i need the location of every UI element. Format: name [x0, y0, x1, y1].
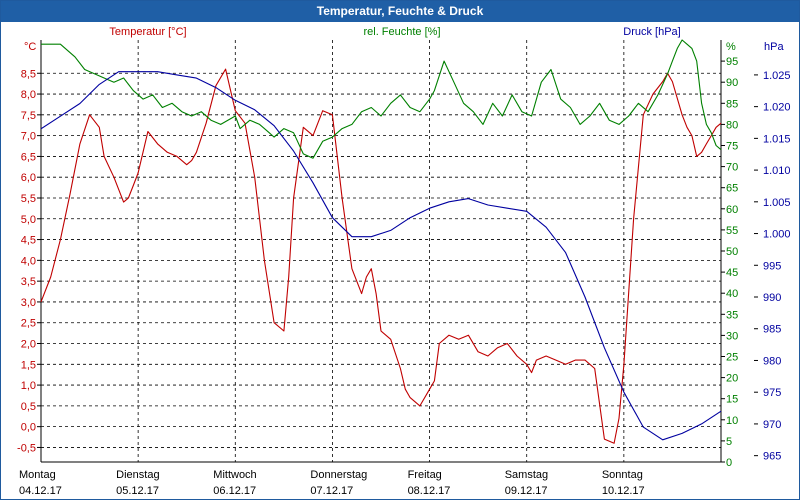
pressure-tick-label: 995: [763, 260, 781, 272]
pressure-unit-label: hPa: [764, 41, 784, 53]
humidity-tick-label: 0: [726, 457, 732, 469]
x-tick-date-label: 04.12.17: [19, 485, 62, 497]
pressure-tick-label: 1.015: [763, 133, 791, 145]
humidity-tick-label: 55: [726, 225, 738, 237]
x-tick-day-label: Dienstag: [116, 469, 159, 481]
humidity-tick-label: 60: [726, 204, 738, 216]
x-tick-day-label: Freitag: [408, 469, 442, 481]
series-line-humidity: [41, 39, 722, 159]
x-tick-date-label: 07.12.17: [310, 485, 353, 497]
x-tick-day-label: Sonntag: [602, 469, 643, 481]
humidity-tick-label: 40: [726, 288, 738, 300]
humidity-tick-label: 80: [726, 119, 738, 131]
temp-tick-label: 0,0: [21, 422, 36, 434]
pressure-axis-title: Druck [hPa]: [623, 26, 680, 38]
temperature-axis-title: Temperatur [°C]: [109, 26, 186, 38]
weather-chart: -0,5 0,0 0,5 1,0 1,5 2,0 2,5 3,0 3,5 4,0 4,5 5,0 5,5…: [17, 26, 791, 497]
x-tick-day-label: Mittwoch: [213, 469, 256, 481]
humidity-tick-label: 5: [726, 436, 732, 448]
humidity-tick-label: 50: [726, 246, 738, 258]
humidity-unit-label: %: [726, 41, 736, 53]
humidity-tick-label: 90: [726, 77, 738, 89]
temp-tick-label: 6,0: [21, 172, 36, 184]
temp-tick-label: 5,0: [21, 214, 36, 226]
humidity-axis-title: rel. Feuchte [%]: [363, 26, 440, 38]
pressure-tick-label: 990: [763, 292, 781, 304]
pressure-tick-label: 1.010: [763, 165, 791, 177]
temp-tick-label: 0,5: [21, 401, 36, 413]
temp-tick-label: 5,5: [21, 193, 36, 205]
temp-tick-label: 6,5: [21, 151, 36, 163]
humidity-tick-label: 75: [726, 141, 738, 153]
x-tick-day-label: Montag: [19, 469, 56, 481]
humidity-tick-label: 45: [726, 267, 738, 279]
pressure-tick-label: 1.020: [763, 102, 791, 114]
temp-tick-label: 7,5: [21, 110, 36, 122]
x-tick-day-label: Donnerstag: [310, 469, 367, 481]
temp-tick-label: 3,5: [21, 276, 36, 288]
pressure-tick-label: 1.025: [763, 70, 791, 82]
humidity-tick-label: 25: [726, 352, 738, 364]
pressure-tick-label: 1.005: [763, 197, 791, 209]
series-line-temperature: [40, 68, 722, 444]
temp-tick-label: 4,5: [21, 235, 36, 247]
humidity-tick-label: 65: [726, 183, 738, 195]
temp-tick-label: -0,5: [17, 442, 36, 454]
humidity-tick-label: 30: [726, 330, 738, 342]
pressure-tick-label: 985: [763, 324, 781, 336]
humidity-tick-label: 70: [726, 162, 738, 174]
series-line-pressure: [40, 71, 722, 441]
humidity-tick-label: 15: [726, 394, 738, 406]
x-tick-day-label: Samstag: [505, 469, 548, 481]
pressure-tick-label: 1.000: [763, 229, 791, 241]
temp-tick-label: 7,0: [21, 131, 36, 143]
humidity-tick-label: 35: [726, 309, 738, 321]
humidity-tick-label: 95: [726, 56, 738, 68]
temp-tick-label: 8,5: [21, 68, 36, 80]
temp-tick-label: 2,5: [21, 318, 36, 330]
humidity-tick-label: 10: [726, 415, 738, 427]
pressure-tick-label: 965: [763, 451, 781, 463]
x-tick-date-label: 06.12.17: [213, 485, 256, 497]
humidity-tick-label: 85: [726, 98, 738, 110]
x-tick-date-label: 05.12.17: [116, 485, 159, 497]
x-tick-date-label: 10.12.17: [602, 485, 645, 497]
temperature-unit-label: °C: [24, 41, 36, 53]
x-tick-date-label: 08.12.17: [408, 485, 451, 497]
x-tick-date-label: 09.12.17: [505, 485, 548, 497]
pressure-tick-label: 970: [763, 419, 781, 431]
temp-tick-label: 2,0: [21, 339, 36, 351]
temp-tick-label: 4,0: [21, 255, 36, 267]
pressure-tick-label: 980: [763, 355, 781, 367]
humidity-tick-label: 20: [726, 373, 738, 385]
temp-tick-label: 8,0: [21, 89, 36, 101]
temp-tick-label: 3,0: [21, 297, 36, 309]
pressure-tick-label: 975: [763, 387, 781, 399]
temp-tick-label: 1,5: [21, 359, 36, 371]
temp-tick-label: 1,0: [21, 380, 36, 392]
